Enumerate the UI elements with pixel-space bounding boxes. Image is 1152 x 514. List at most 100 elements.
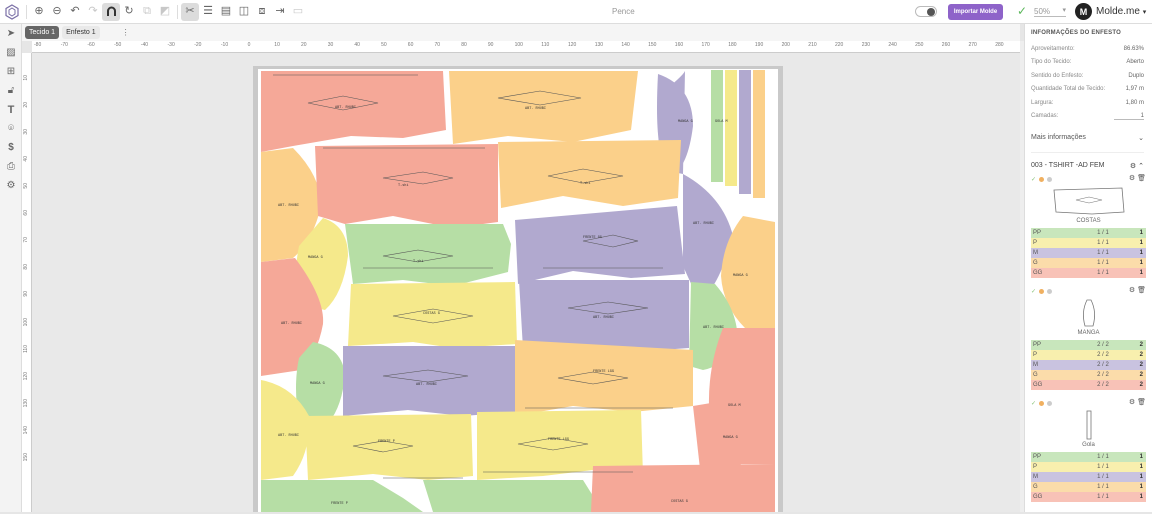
lock-icon[interactable]: 🔓︎ bbox=[0, 81, 22, 100]
redo-icon[interactable]: ↷ bbox=[84, 3, 102, 21]
view-toggle[interactable] bbox=[915, 6, 937, 17]
settings-icon[interactable]: ⚙︎ bbox=[1129, 175, 1135, 182]
document-title: Pence bbox=[612, 7, 635, 16]
info-row: Camadas: 1 bbox=[1025, 110, 1152, 124]
label-manga-5: MANGA G bbox=[723, 436, 738, 440]
zoom-in-icon[interactable]: ⊕ bbox=[30, 3, 48, 21]
saved-check-icon: ✓ bbox=[1017, 4, 1028, 18]
piece-gola-g[interactable] bbox=[753, 70, 765, 198]
tab-enfesto[interactable]: Enfesto 1 bbox=[62, 26, 100, 39]
size-label: G bbox=[1033, 484, 1038, 490]
ruler-tick-label: 60 bbox=[407, 42, 414, 48]
piece-frente-pp[interactable] bbox=[345, 224, 511, 286]
status-dot bbox=[1047, 176, 1053, 182]
more-info-toggle[interactable]: Mais informações ⌄ bbox=[1031, 129, 1144, 146]
tab-tecido[interactable]: Tecido 1 bbox=[25, 26, 60, 39]
import-pattern-button[interactable]: Importar Molde bbox=[948, 4, 1003, 20]
piece-frente-p[interactable] bbox=[305, 414, 473, 480]
undo-icon[interactable]: ↶ bbox=[66, 3, 84, 21]
refresh-icon[interactable]: ↻ bbox=[120, 3, 138, 21]
size-total: 2 bbox=[1139, 342, 1143, 348]
size-total: 2 bbox=[1139, 362, 1143, 368]
ruler-tick-label: 50 bbox=[23, 183, 29, 189]
info-value: 86.63% bbox=[1123, 45, 1144, 52]
clipboard-icon[interactable]: ▤ bbox=[217, 3, 235, 21]
size-row: PP 2 / 2 2 bbox=[1031, 340, 1146, 350]
ruler-tick-label: 190 bbox=[754, 42, 764, 48]
ruler-tick-label: 30 bbox=[23, 129, 29, 135]
ruler-tick-label: 90 bbox=[487, 42, 494, 48]
image-icon[interactable]: ▨ bbox=[0, 43, 22, 62]
magnet-icon[interactable] bbox=[102, 2, 120, 21]
ruler-tick-label: 110 bbox=[541, 42, 550, 48]
size-total: 1 bbox=[1139, 230, 1143, 236]
status-dot bbox=[1047, 400, 1053, 406]
check-icon[interactable]: ✓ bbox=[1031, 176, 1036, 183]
check-icon[interactable]: ✓ bbox=[1031, 288, 1036, 295]
pattern-group-header[interactable]: 003 - TSHIRT -AD FEM ⚙︎ ⌃ bbox=[1031, 152, 1144, 170]
label-abt-rhubi-6: ABT. RHUBI bbox=[593, 316, 614, 320]
size-total: 1 bbox=[1139, 484, 1143, 490]
fabric-sheet[interactable]: ABT. RHUBI ABT. RHUBI T-shi T-shi ABT. R… bbox=[253, 66, 783, 512]
piece-costas-gg2[interactable] bbox=[591, 464, 775, 512]
piece-gola-pp[interactable] bbox=[711, 70, 723, 182]
settings-icon[interactable]: ⚙ bbox=[0, 176, 22, 195]
chevron-up-icon[interactable]: ⌃ bbox=[1138, 163, 1144, 170]
tab-menu-icon[interactable]: ⋮ bbox=[122, 28, 130, 37]
settings-icon[interactable]: ⚙︎ bbox=[1129, 399, 1135, 406]
trash-icon[interactable]: 🗑︎ bbox=[1137, 175, 1146, 182]
ruler-tick-label: 80 bbox=[461, 42, 467, 48]
print-icon[interactable]: ⎙ bbox=[0, 157, 22, 176]
info-label: Tipo do Tecido: bbox=[1031, 59, 1072, 66]
size-qty: 1 / 1 bbox=[1097, 474, 1109, 480]
info-label: Sentido do Enfesto: bbox=[1031, 72, 1084, 79]
ruler-tick-label: 100 bbox=[23, 318, 29, 327]
piece-costas-g[interactable] bbox=[498, 140, 681, 208]
size-label: G bbox=[1033, 260, 1038, 266]
size-row: M 1 / 1 1 bbox=[1031, 248, 1146, 258]
size-label: PP bbox=[1033, 454, 1042, 460]
ruler-tick-label: 110 bbox=[23, 345, 29, 353]
cut-icon[interactable]: ✂ bbox=[181, 2, 199, 21]
piece-frente-g2[interactable] bbox=[515, 340, 693, 416]
trash-icon[interactable]: 🗑︎ bbox=[1137, 399, 1146, 406]
rotate-icon[interactable]: ◫ bbox=[235, 3, 253, 21]
mirror-icon[interactable]: ⧈ bbox=[253, 3, 271, 21]
grid-icon[interactable]: ⊞ bbox=[0, 62, 22, 81]
zoom-out-icon[interactable]: ⊖ bbox=[48, 3, 66, 21]
size-label: M bbox=[1033, 474, 1038, 480]
align-icon[interactable]: ☰ bbox=[199, 3, 217, 21]
top-toolbar: ⊕ ⊖ ↶ ↷ ↻ ⧉ ◩ ✂ ☰ ▤ ◫ ⧈ ⇥ ▭ Pence Import… bbox=[0, 0, 1152, 24]
erase-icon[interactable]: ◩ bbox=[156, 3, 174, 21]
text-icon[interactable]: T bbox=[0, 100, 22, 119]
label-abt-rhubi-9: ABT. RHUBI bbox=[278, 434, 299, 438]
app-logo-icon[interactable] bbox=[1, 1, 23, 23]
size-qty: 2 / 2 bbox=[1097, 382, 1109, 388]
location-icon[interactable]: ⌾ bbox=[0, 119, 22, 138]
piece-gola-m[interactable] bbox=[739, 70, 751, 194]
ruler-tick-label: 260 bbox=[941, 42, 951, 48]
size-label: GG bbox=[1033, 494, 1043, 500]
check-icon[interactable]: ✓ bbox=[1031, 400, 1036, 407]
size-qty: 2 / 2 bbox=[1097, 372, 1109, 378]
pattern-thumbnail bbox=[1031, 184, 1146, 218]
trash-icon[interactable]: 🗑︎ bbox=[1137, 287, 1146, 294]
pointer-icon[interactable]: ➤ bbox=[0, 24, 22, 43]
layers-input[interactable]: 1 bbox=[1114, 113, 1144, 120]
zoom-select[interactable]: 50% bbox=[1034, 6, 1066, 17]
piece-costas-m2[interactable] bbox=[343, 346, 515, 416]
dollar-icon[interactable]: $ bbox=[0, 138, 22, 157]
copy-icon[interactable]: ⧉ bbox=[138, 3, 156, 21]
export-icon[interactable]: ⇥ bbox=[271, 3, 289, 21]
info-row: Quantidade Total de Tecido: 1,97 m bbox=[1025, 83, 1152, 97]
piece-gola-p[interactable] bbox=[725, 70, 737, 186]
avatar[interactable]: M bbox=[1075, 3, 1092, 20]
status-dot bbox=[1047, 288, 1053, 294]
size-row: GG 1 / 1 1 bbox=[1031, 268, 1146, 278]
size-qty: 2 / 2 bbox=[1097, 362, 1109, 368]
brand-menu[interactable]: Molde.me ▾ bbox=[1096, 6, 1146, 17]
delete-icon[interactable]: ▭ bbox=[289, 3, 307, 21]
settings-icon[interactable]: ⚙︎ bbox=[1129, 287, 1135, 294]
label-frente-lgg-2: FRENTE LGG bbox=[548, 438, 569, 442]
info-label: Camadas: bbox=[1031, 113, 1059, 120]
